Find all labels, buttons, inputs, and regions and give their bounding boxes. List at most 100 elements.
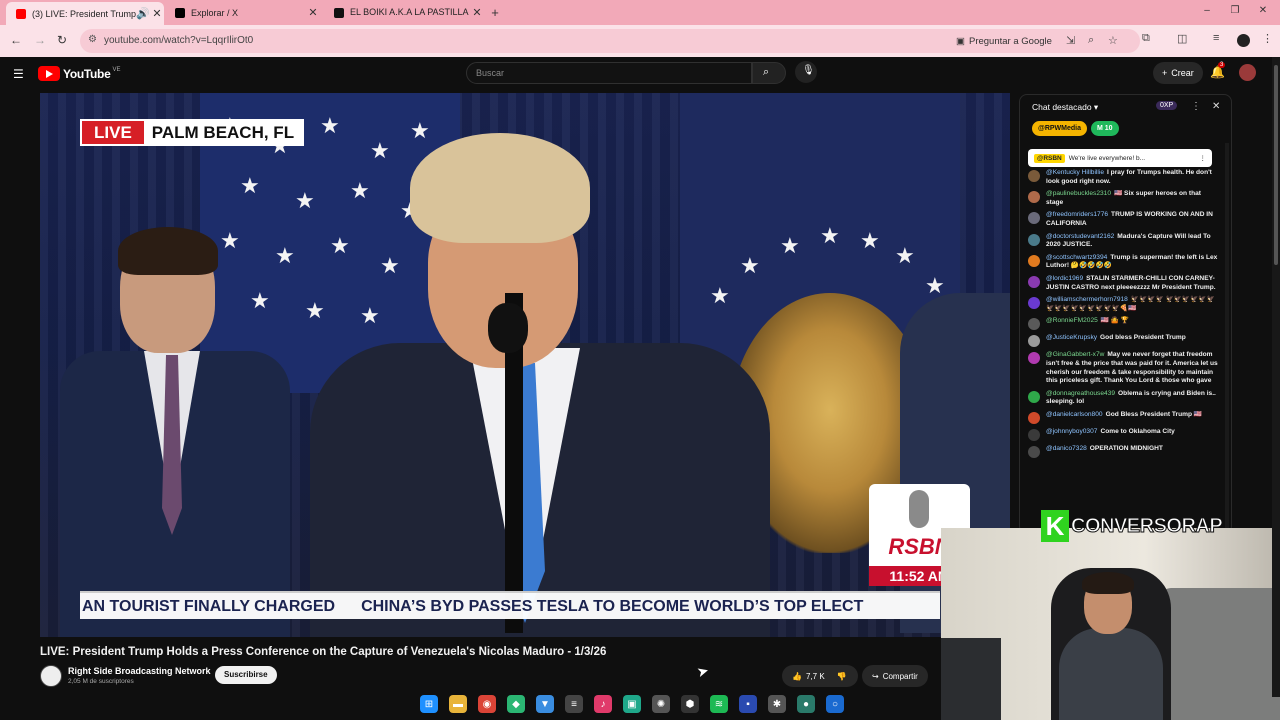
new-tab-icon[interactable]: + (488, 5, 502, 20)
tiktok-icon[interactable]: ♪ (594, 695, 612, 713)
create-button[interactable]: + Crear (1153, 62, 1203, 84)
subscribe-button[interactable]: Suscribirse (215, 666, 277, 684)
app-teal-icon[interactable]: ▣ (623, 695, 641, 713)
channel-avatar[interactable] (40, 665, 62, 687)
chat-author[interactable]: @doctorstudevant2162 (1046, 233, 1114, 240)
app-green-icon[interactable]: ◆ (507, 695, 525, 713)
chrome-icon[interactable]: ◉ (478, 695, 496, 713)
windows-icon[interactable]: ⊞ (420, 695, 438, 713)
ask-google-button[interactable]: ▣ Preguntar a Google (956, 32, 1052, 50)
chat-message[interactable]: @doctorstudevant2162 Madura's Capture Wil… (1028, 233, 1218, 250)
zoom-icon[interactable]: ⌕ (1088, 34, 1094, 47)
chat-text: 🇺🇸 🤷 🏆 (1100, 317, 1130, 325)
chat-avatar (1028, 297, 1040, 310)
chat-author[interactable]: @danielcarlson800 (1046, 411, 1103, 418)
settings-icon[interactable]: ✱ (768, 695, 786, 713)
chat-message[interactable]: @JusticeKrupsky God bless President Trump (1028, 334, 1218, 348)
brand-letter: K (1041, 510, 1069, 542)
steam-icon[interactable]: ⬢ (681, 695, 699, 713)
ticker-chip[interactable]: @RPWMedia (1032, 121, 1087, 136)
chat-message[interactable]: @RonnieFM2025 🇺🇸 🤷 🏆 (1028, 317, 1218, 331)
forward-icon[interactable]: → (34, 33, 46, 47)
app-circle-icon[interactable]: ● (797, 695, 815, 713)
page-scrollbar[interactable] (1272, 57, 1280, 697)
keyboard (941, 638, 1001, 720)
chat-author[interactable]: @GinaGabbert-x7w (1046, 351, 1104, 358)
chat-message[interactable]: @freedomriders1776 TRUMP IS WORKING ON AN… (1028, 211, 1218, 228)
bookmark-star-icon[interactable]: ☆ (1108, 34, 1118, 47)
browser-tab-tiktok[interactable]: EL BOIKI A.K.A LA PASTILLA 💊 ✕ (324, 3, 484, 22)
install-icon[interactable]: ⇲ (1066, 34, 1075, 47)
browser-tab-youtube[interactable]: (3) LIVE: President Trump Hi 🔊 ✕ (6, 2, 164, 25)
chat-scrollbar[interactable] (1225, 143, 1229, 531)
chat-author[interactable]: @williamschermerhorn7918 (1046, 296, 1128, 303)
scrollbar-thumb[interactable] (1274, 65, 1278, 265)
chat-message[interactable]: @Kentucky Hillbillie I pray for Trumps he… (1028, 169, 1218, 186)
close-tab-icon[interactable]: ✕ (150, 7, 164, 20)
xp-badge[interactable]: 0XP (1156, 101, 1178, 110)
like-button[interactable]: 👍 7,7 K 👎 (782, 665, 858, 687)
chat-author[interactable]: @lordic1969 (1046, 275, 1083, 282)
chat-message[interactable]: @danielcarlson800 God Bless President Tru… (1028, 411, 1218, 424)
sidepanel-icon[interactable]: ◫ (1177, 32, 1187, 45)
pinned-message[interactable]: @RSBN We're live everywhere! b... ⋮ (1028, 149, 1212, 167)
maximize-icon[interactable]: ❐ (1228, 5, 1242, 16)
chat-author[interactable]: @johnnyboy0307 (1046, 428, 1097, 435)
chat-message[interactable]: @johnnyboy0307 Come to Oklahoma City (1028, 428, 1218, 441)
app-navy-icon[interactable]: ▪ (739, 695, 757, 713)
chat-author[interactable]: @RonnieFM2025 (1046, 317, 1098, 324)
chat-author[interactable]: @JusticeKrupsky (1046, 334, 1097, 341)
close-tab-icon[interactable]: ✕ (306, 6, 320, 19)
chatgpt-icon[interactable]: ✺ (652, 695, 670, 713)
chat-message[interactable]: @danico7328 OPERATION MIDNIGHT (1028, 445, 1218, 458)
create-label: Crear (1171, 68, 1194, 78)
close-tab-icon[interactable]: ✕ (470, 6, 484, 19)
chat-author[interactable]: @danico7328 (1046, 445, 1087, 452)
browser-tab-x[interactable]: Explorar / X ✕ (165, 3, 320, 22)
ticker-chip[interactable]: M 10 (1091, 121, 1119, 136)
news-ticker: AN TOURIST FINALLY CHARGED CHINA’S BYD PA… (80, 591, 940, 619)
close-window-icon[interactable]: ✕ (1256, 5, 1270, 16)
close-chat-icon[interactable]: ✕ (1212, 101, 1220, 112)
site-info-icon[interactable]: ⚙ (88, 34, 97, 45)
youtube-logo[interactable]: YouTube VE (38, 66, 120, 81)
chat-message[interactable]: @scottschwartz9394 Trump is superman! the… (1028, 254, 1218, 271)
channel-name[interactable]: Right Side Broadcasting Network (68, 666, 211, 676)
ticker-item: CHINA’S BYD PASSES TESLA TO BECOME WORLD… (361, 598, 864, 615)
share-button[interactable]: ↪ Compartir (862, 665, 928, 687)
chat-author[interactable]: @freedomriders1776 (1046, 211, 1108, 218)
extensions-icon[interactable]: ⧉ (1142, 32, 1150, 45)
voice-search-button[interactable]: 🎙 (795, 61, 817, 83)
chat-message[interactable]: @williamschermerhorn7918 🦅🦅🦅🦅 🦅🦅🦅🦅🦅🦅🦅🦅🦅🦅🦅… (1028, 296, 1218, 313)
minimize-icon[interactable]: – (1200, 5, 1214, 16)
search-input[interactable]: Buscar (466, 62, 752, 84)
chat-message[interactable]: @lordic1969 STALIN STARMER-CHILLI CON CAR… (1028, 275, 1218, 292)
chat-author[interactable]: @scottschwartz9394 (1046, 254, 1107, 261)
address-bar[interactable]: ⚙ youtube.com/watch?v=LqqrIlirOt0 ▣ Preg… (80, 29, 1140, 53)
app-gray-icon[interactable]: ≡ (565, 695, 583, 713)
profile-avatar[interactable] (1237, 34, 1250, 47)
media-icon[interactable]: ≡ (1213, 32, 1219, 44)
hamburger-menu-icon[interactable]: ☰ (13, 67, 24, 81)
chat-message[interactable]: @GinaGabbert-x7w May we never forget that… (1028, 351, 1218, 385)
chat-message[interactable]: @paulinebuckles2310 🇺🇸 Six super heroes o… (1028, 190, 1218, 207)
chat-message[interactable]: @donnagreathouse439 Oblema is crying and … (1028, 390, 1218, 407)
chat-author[interactable]: @donnagreathouse439 (1046, 390, 1115, 397)
browser-menu-icon[interactable]: ⋮ (1262, 32, 1273, 45)
chat-author[interactable]: @paulinebuckles2310 (1046, 190, 1111, 197)
search-button[interactable]: ⌕ (752, 62, 786, 84)
chat-mode-dropdown[interactable]: Chat destacado ▾ (1032, 102, 1098, 113)
pinned-more-icon[interactable]: ⋮ (1200, 154, 1207, 162)
spotify-icon[interactable]: ≋ (710, 695, 728, 713)
folder-icon[interactable]: ▬ (449, 695, 467, 713)
mute-icon[interactable]: 🔊 (136, 7, 150, 20)
thumbs-down-icon[interactable]: 👎 (837, 672, 847, 681)
video-player[interactable]: ★★★★★ ★★★★ ★★★★ ★★★ ★★★★★★★ LIVE PALM BE… (40, 93, 1010, 637)
more-options-icon[interactable]: ⋮ (1191, 101, 1201, 112)
reload-icon[interactable]: ↻ (57, 33, 67, 47)
account-avatar[interactable] (1239, 64, 1256, 81)
app-blue-icon[interactable]: ▼ (536, 695, 554, 713)
chat-author[interactable]: @Kentucky Hillbillie (1046, 169, 1104, 176)
back-icon[interactable]: ← (10, 33, 22, 47)
app-ring-icon[interactable]: ○ (826, 695, 844, 713)
